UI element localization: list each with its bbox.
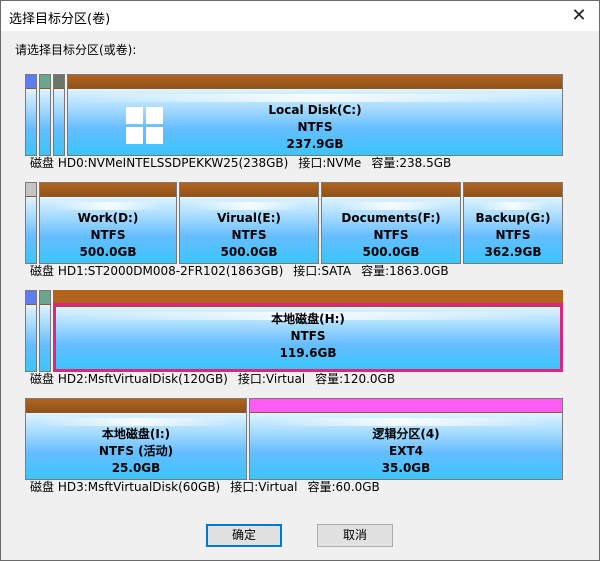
title-bar: 选择目标分区(卷) ✕	[1, 1, 599, 31]
partition-size: 119.6GB	[279, 346, 337, 360]
partition-size: 500.0GB	[220, 245, 278, 259]
partition-size: 35.0GB	[381, 461, 431, 475]
disk-interface: 接口:NVMe	[298, 156, 362, 170]
disk-info-hd3: 磁盘 HD3:MsftVirtualDisk(60GB) 接口:Virtual 容量…	[30, 478, 390, 495]
partition-e[interactable]: Virual(E:) NTFS 500.0GB	[179, 182, 319, 264]
disk-hd0: Local Disk(C:) NTFS 237.9GB	[25, 74, 563, 156]
disk-interface: 接口:SATA	[293, 264, 352, 278]
disk-model: 磁盘 HD0:NVMeINTELSSDPEKKW25(238GB)	[30, 156, 289, 170]
partition-c[interactable]: Local Disk(C:) NTFS 237.9GB	[67, 74, 563, 156]
partition-fs: NTFS	[90, 228, 126, 242]
partition-h-wrapper: 本地磁盘(H:) NTFS 119.6GB	[53, 290, 563, 372]
partition-h[interactable]: 本地磁盘(H:) NTFS 119.6GB	[53, 303, 563, 372]
partition-i[interactable]: 本地磁盘(I:) NTFS (活动) 25.0GB	[25, 398, 247, 480]
partition-g[interactable]: Backup(G:) NTFS 362.9GB	[463, 182, 563, 264]
disk-model: 磁盘 HD2:MsftVirtualDisk(120GB)	[30, 372, 228, 386]
partition-d[interactable]: Work(D:) NTFS 500.0GB	[39, 182, 177, 264]
partition-size: 500.0GB	[362, 245, 420, 259]
disk-hd3: 本地磁盘(I:) NTFS (活动) 25.0GB 逻辑分区(4) EXT4 3…	[25, 398, 563, 480]
disk-model: 磁盘 HD1:ST2000DM008-2FR102(1863GB)	[30, 264, 284, 278]
hd0-small-partition-3[interactable]	[53, 74, 65, 156]
disk-capacity: 容量:238.5GB	[371, 156, 452, 170]
prompt-label: 请选择目标分区(或卷):	[15, 43, 137, 57]
ok-button[interactable]: 确定	[206, 524, 282, 547]
partition-fs: NTFS	[297, 120, 333, 134]
disk-capacity: 容量:120.0GB	[315, 372, 396, 386]
partition-fs: NTFS	[231, 228, 267, 242]
disk-interface: 接口:Virtual	[237, 372, 306, 386]
disk-info-hd0: 磁盘 HD0:NVMeINTELSSDPEKKW25(238GB) 接口:NVMe…	[30, 154, 461, 171]
partition-name: Local Disk(C:)	[268, 103, 362, 117]
partition-name: Work(D:)	[77, 211, 139, 225]
hd1-small-partition[interactable]	[25, 182, 37, 264]
hd2-small-partition-2[interactable]	[39, 290, 51, 372]
partition-name: Virual(E:)	[217, 211, 281, 225]
partition-fs: NTFS (活动)	[98, 444, 174, 458]
partition-fs: NTFS	[495, 228, 531, 242]
close-icon[interactable]: ✕	[565, 4, 593, 28]
disk-model: 磁盘 HD3:MsftVirtualDisk(60GB)	[30, 480, 221, 494]
partition-fs: NTFS	[290, 329, 326, 343]
partition-size: 25.0GB	[111, 461, 161, 475]
disk-hd1: Work(D:) NTFS 500.0GB Virual(E:) NTFS 50…	[25, 182, 563, 264]
disk-hd2: 本地磁盘(H:) NTFS 119.6GB	[25, 290, 563, 372]
partition-logical-4[interactable]: 逻辑分区(4) EXT4 35.0GB	[249, 398, 563, 480]
partition-size: 500.0GB	[79, 245, 137, 259]
partition-f[interactable]: Documents(F:) NTFS 500.0GB	[321, 182, 461, 264]
disk-interface: 接口:Virtual	[230, 480, 298, 494]
partition-name: 本地磁盘(I:)	[101, 427, 171, 441]
partition-name: Documents(F:)	[341, 211, 441, 225]
partition-h-band	[53, 290, 563, 303]
partition-name: Backup(G:)	[475, 211, 551, 225]
cancel-button[interactable]: 取消	[317, 524, 393, 547]
dialog-window: 选择目标分区(卷) ✕ 请选择目标分区(或卷): Local Disk(C:) …	[0, 0, 600, 561]
partition-size: 237.9GB	[286, 137, 344, 151]
hd0-small-partition-1[interactable]	[25, 74, 37, 156]
disk-info-hd1: 磁盘 HD1:ST2000DM008-2FR102(1863GB) 接口:SATA…	[30, 262, 459, 279]
hd2-small-partition-1[interactable]	[25, 290, 37, 372]
partition-name: 逻辑分区(4)	[372, 427, 440, 441]
partition-name: 本地磁盘(H:)	[271, 312, 345, 326]
window-title: 选择目标分区(卷)	[9, 12, 111, 27]
hd0-small-partition-2[interactable]	[39, 74, 51, 156]
partition-fs: NTFS	[373, 228, 409, 242]
partition-size: 362.9GB	[484, 245, 542, 259]
partition-fs: EXT4	[389, 444, 423, 458]
disk-info-hd2: 磁盘 HD2:MsftVirtualDisk(120GB) 接口:Virtual 容…	[30, 370, 405, 387]
disk-capacity: 容量:60.0GB	[307, 480, 380, 494]
disk-capacity: 容量:1863.0GB	[361, 264, 449, 278]
